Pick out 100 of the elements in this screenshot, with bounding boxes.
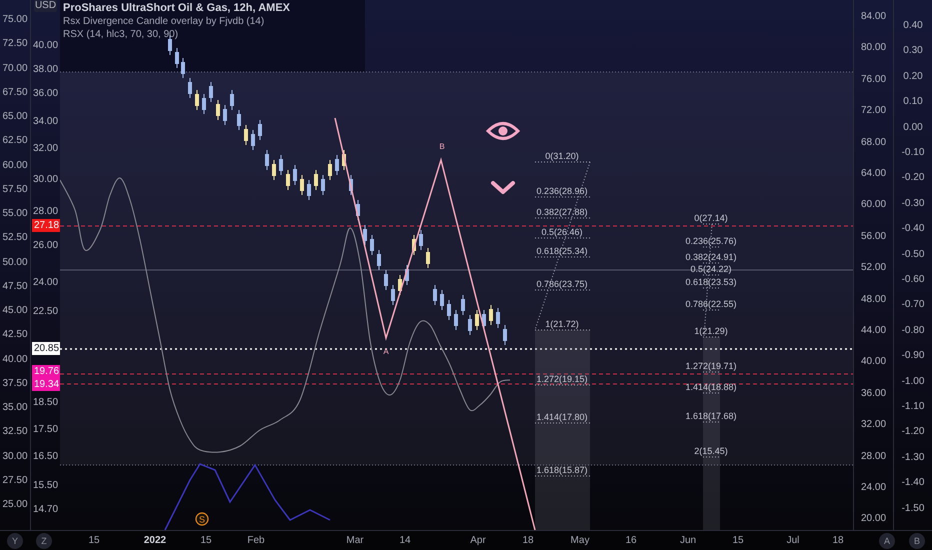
candlestick [419,230,423,250]
candlestick [175,48,179,68]
currency-label: USD [34,0,57,12]
fib-level-label: 0.786(23.75) [536,279,588,289]
axis-label: 32.00 [860,419,888,432]
axis-label: 36.00 [860,388,888,400]
fib-level-label: 2(15.45) [694,446,728,456]
candlestick [223,104,227,126]
fib-level-label: 0.382(27.88) [536,207,588,217]
axis-label: 0.20 [902,70,924,83]
candlestick [286,170,290,190]
candlestick [321,174,325,196]
candlestick [216,100,220,120]
candlestick [426,248,430,268]
axis-label: 26.00 [32,240,60,252]
axis-label: 24.00 [860,482,888,494]
time-label: Jun [680,535,696,547]
candlestick [496,308,500,328]
candlestick [188,78,192,98]
time-label: Jul [786,535,800,547]
scale-button[interactable]: B [909,533,925,549]
time-label: 15 [732,535,744,547]
axis-label: 40.00 [32,40,60,52]
scale-button[interactable]: Y [7,533,23,549]
candlestick [258,120,262,140]
indicator-label[interactable]: Rsx Divergence Candle overlay by Fjvdb (14) [63,16,290,28]
indicator-label[interactable]: RSX (14, hlc3, 70, 30, 90) [63,29,290,41]
axis-label: 18.50 [32,397,60,409]
axis-label: -0.80 [900,324,926,337]
fib-level-label: 0.618(25.34) [536,246,588,256]
axis-label: 0.30 [902,45,924,58]
axis-label: 47.50 [1,280,29,293]
candlestick [342,150,346,170]
wave-label: B [439,142,445,151]
candlestick [265,150,269,170]
axis-label: -0.60 [900,274,926,286]
fib-level-label: 0(31.20) [545,151,579,161]
axis-label: 57.50 [1,184,29,196]
candlestick [300,174,304,196]
fib-level-label: 0.5(26.46) [541,227,583,237]
axis-label: 55.00 [1,208,29,220]
axis-label: 14.70 [32,504,60,516]
candlestick [244,124,248,146]
candlestick [328,160,332,180]
axis-label: -1.40 [900,477,926,490]
axis-label: 22.50 [32,306,60,318]
axis-label: 44.00 [860,325,888,337]
fib-level-label: 1.618(17.68) [685,411,737,421]
candlestick [195,90,199,110]
fib-level-label: 1(21.29) [694,326,728,336]
axis-label: 67.50 [1,86,29,99]
axis-label: 42.50 [1,329,29,342]
candlestick [489,304,493,326]
candlestick [384,270,388,290]
candlestick [391,284,395,306]
axis-label: -1.50 [900,502,926,515]
fib-level-label: 0.382(24.91) [685,252,737,262]
wave-label: A [383,347,389,356]
axis-label: 35.00 [1,402,29,414]
candlestick [181,58,185,78]
axis-label: -0.10 [900,147,926,159]
axis-label: 25.00 [1,499,29,511]
candlestick [293,164,297,186]
scale-button[interactable]: A [879,533,895,549]
axis-label: 40.00 [860,356,888,368]
candlestick [272,160,276,180]
axis-label: 0.40 [902,20,924,32]
axis-label: -0.50 [900,248,926,261]
axis-label: 30.00 [1,450,29,462]
axis-label: 52.00 [860,262,888,274]
axis-label: 32.50 [1,426,29,438]
candlestick [461,294,465,316]
axis-label: 38.00 [32,64,60,76]
axis-label: 40.00 [1,354,29,366]
fib-level-label: 1.272(19.15) [536,374,588,384]
fib-level-label: 1.618(15.87) [536,465,588,475]
event-marker[interactable]: S [195,512,209,526]
candlestick [503,324,507,346]
fib-level-label: 1(21.72) [545,319,579,329]
candlestick [433,284,437,306]
price-tag: 19.76 [32,365,60,378]
fib-level-label: 0.236(28.96) [536,186,588,196]
axis-label: 52.50 [1,232,29,244]
axis-label: 0.10 [902,96,924,108]
axis-label: 72.50 [1,38,29,50]
scale-button[interactable]: Z [36,533,52,549]
axis-label: 28.00 [860,450,888,463]
fib-level-label: 0.236(25.76) [685,236,737,246]
fib-level-label: 0.618(23.53) [685,277,737,287]
axis-label: 32.00 [32,143,60,155]
price-tag: 27.18 [32,219,60,232]
fib-level-label: 0.786(22.55) [685,299,737,309]
fib-level-label: 1.414(17.80) [536,412,588,422]
axis-label: 64.00 [860,168,888,180]
axis-label: 76.00 [860,74,888,86]
axis-label: -1.30 [900,452,926,464]
candlestick [412,234,416,256]
axis-label: 45.00 [1,305,29,317]
fib-level-label: 1.414(18.88) [685,382,737,392]
axis-label: 17.50 [32,424,60,436]
